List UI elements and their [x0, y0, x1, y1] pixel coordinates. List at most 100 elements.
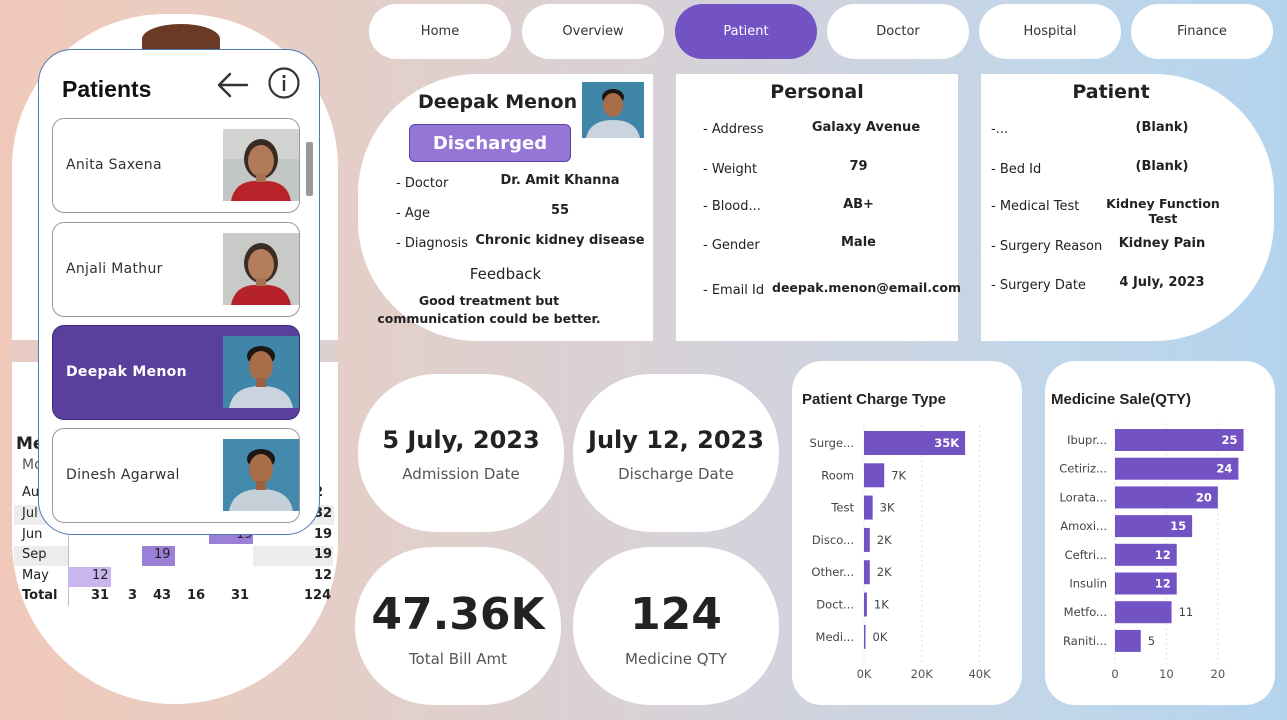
- data-label: 5: [1148, 634, 1155, 648]
- chart-title: Patient Charge Type: [802, 391, 946, 408]
- field-value: (Blank): [1135, 120, 1189, 135]
- total-label: Total: [22, 588, 58, 603]
- data-label: 1K: [874, 598, 889, 612]
- axis-tick-label: 20K: [911, 667, 934, 681]
- bar[interactable]: [864, 527, 870, 552]
- patient-photo: [223, 233, 299, 305]
- data-label: 20: [1196, 490, 1212, 504]
- age-label: - Age: [396, 206, 430, 221]
- patient-charge-chart-card: Patient Charge Type 0K 20K 40K Surge... 35K R…: [792, 361, 1022, 705]
- info-icon[interactable]: [267, 66, 301, 100]
- nav-overview[interactable]: Overview: [522, 4, 664, 59]
- bar[interactable]: [864, 560, 870, 585]
- patient-name: Anjali Mathur: [66, 261, 163, 277]
- field-label: -...: [991, 122, 1009, 137]
- data-label: 12: [1155, 577, 1171, 591]
- category-label: Ceftri...: [1065, 548, 1107, 562]
- data-label: 7K: [891, 468, 906, 482]
- category-label: Metfo...: [1064, 605, 1107, 619]
- patient-list-title: Patients: [62, 76, 152, 102]
- data-label: 12: [1155, 548, 1171, 562]
- patient-photo: [223, 129, 299, 201]
- surgery-date-label: - Surgery Date: [991, 278, 1086, 293]
- address-label: - Address: [703, 122, 764, 137]
- bed-id-value: (Blank): [1135, 159, 1189, 174]
- patient-card[interactable]: Anita Saxena: [52, 118, 300, 213]
- category-label: Lorata...: [1059, 490, 1107, 504]
- row-label: May: [22, 568, 49, 583]
- email-label: - Email Id: [703, 283, 765, 298]
- patient-card-selected[interactable]: Deepak Menon: [52, 325, 300, 420]
- category-label: Amoxi...: [1060, 519, 1107, 533]
- patient-full-name: Deepak Menon: [418, 91, 578, 113]
- medical-test-label: - Medical Test: [991, 199, 1080, 214]
- data-label: 24: [1216, 462, 1232, 476]
- bar[interactable]: [1115, 601, 1172, 624]
- gender-value: Male: [841, 235, 876, 250]
- status-badge: Discharged: [409, 124, 571, 162]
- medical-test-value: Kidney Function Test: [1106, 196, 1220, 226]
- patient-card[interactable]: Anjali Mathur: [52, 222, 300, 317]
- total-value: 16: [187, 588, 206, 603]
- patient-info-card: Patient -... (Blank) - Bed Id (Blank) - …: [981, 74, 1274, 341]
- data-label: 15: [1170, 519, 1186, 533]
- back-arrow-icon[interactable]: [215, 67, 251, 103]
- cell-value: 12: [92, 568, 109, 583]
- row-label: Au: [22, 485, 40, 500]
- discharge-date-card: July 12, 2023 Discharge Date: [573, 374, 779, 532]
- row-label: Jun: [22, 527, 43, 542]
- surgery-date-value: 4 July, 2023: [1119, 275, 1205, 290]
- patient-name: Deepak Menon: [66, 364, 187, 380]
- surgery-reason-label: - Surgery Reason: [991, 239, 1103, 254]
- bar[interactable]: [864, 624, 866, 649]
- category-label: Medi...: [816, 630, 854, 644]
- category-label: Room: [821, 468, 854, 482]
- category-label: Cetiriz...: [1059, 462, 1107, 476]
- nav-hospital[interactable]: Hospital: [979, 4, 1121, 59]
- surgery-reason-value: Kidney Pain: [1118, 236, 1206, 251]
- patient-info-title: Patient: [1072, 81, 1150, 103]
- table-total-row: Total 31 3 43 16 31 124: [14, 587, 334, 607]
- row-total: 19: [314, 547, 333, 562]
- axis-tick-label: 0: [1111, 667, 1118, 681]
- data-label: 35K: [934, 436, 960, 450]
- feedback-text-line1: Good treatment but: [418, 293, 560, 308]
- bar[interactable]: [1115, 629, 1141, 652]
- total-value: 31: [231, 588, 250, 603]
- patient-name: Anita Saxena: [66, 157, 162, 173]
- scrollbar-thumb[interactable]: [306, 142, 313, 196]
- weight-value: 79: [849, 159, 868, 174]
- nav-doctor[interactable]: Doctor: [827, 4, 969, 59]
- diagnosis-value: Chronic kidney disease: [475, 233, 645, 248]
- data-label: 3K: [880, 501, 895, 515]
- category-label: Surge...: [810, 436, 854, 450]
- chart-title: Medicine Sale(QTY): [1051, 391, 1192, 408]
- category-label: Raniti...: [1063, 634, 1107, 648]
- row-total: 12: [314, 568, 333, 583]
- medicine-sale-chart: 0 10 20 Ibupr... 25 Cetiriz... 24 Lorata... 20 Am…: [1059, 423, 1244, 681]
- address-value: Galaxy Avenue: [811, 120, 921, 135]
- patient-photo: [223, 439, 299, 511]
- category-label: Ibupr...: [1067, 433, 1107, 447]
- email-value: deepak.menon@email.com: [772, 280, 962, 295]
- category-label: Other...: [811, 565, 854, 579]
- medicine-qty-card: 124 Medicine QTY: [573, 547, 779, 705]
- nav-finance[interactable]: Finance: [1131, 4, 1273, 59]
- grand-total: 124: [304, 588, 332, 603]
- total-value: 3: [128, 588, 138, 603]
- diagnosis-label: - Diagnosis: [396, 236, 469, 251]
- patient-name: Dinesh Agarwal: [66, 467, 180, 483]
- discharge-date-value: July 12, 2023: [588, 426, 764, 454]
- total-value: 43: [153, 588, 172, 603]
- axis-tick-label: 20: [1211, 667, 1226, 681]
- nav-home[interactable]: Home: [369, 4, 511, 59]
- patient-card[interactable]: Dinesh Agarwal: [52, 428, 300, 523]
- bar[interactable]: [864, 592, 867, 617]
- patient-list-panel: Patients Anita Saxena Anjali Mathur Deep…: [38, 49, 320, 535]
- bar[interactable]: [864, 495, 873, 520]
- total-bill-label: Total Bill Amt: [408, 650, 508, 668]
- nav-patient[interactable]: Patient: [675, 4, 817, 59]
- weight-label: - Weight: [703, 162, 758, 177]
- admission-date-value: 5 July, 2023: [382, 426, 540, 454]
- bar[interactable]: [864, 463, 885, 488]
